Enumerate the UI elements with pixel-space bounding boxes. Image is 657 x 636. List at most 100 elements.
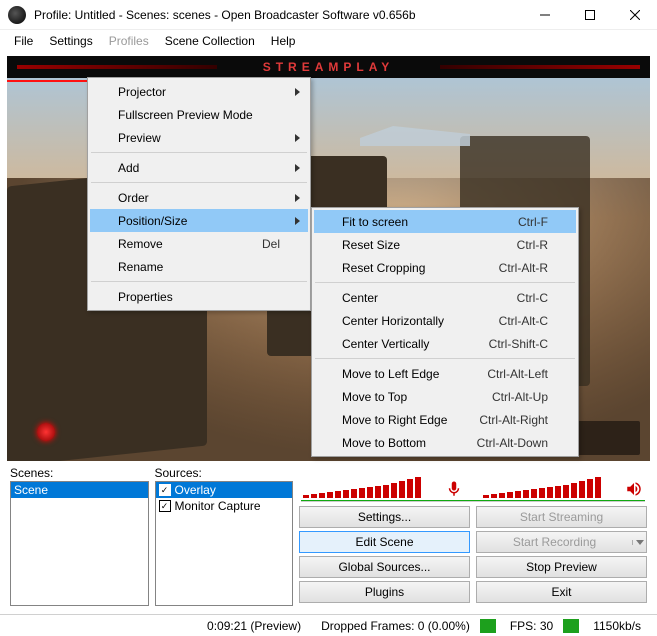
- menu-item-accel: Del: [262, 237, 280, 251]
- menu-item-label: Projector: [118, 85, 280, 99]
- start-streaming-button[interactable]: Start Streaming: [476, 506, 647, 528]
- audio-meters: [299, 466, 647, 500]
- menu-item[interactable]: Position/Size: [90, 209, 308, 232]
- mic-meter: [303, 477, 421, 498]
- menu-item-label: Move to Bottom: [342, 436, 447, 450]
- menu-item-label: Move to Left Edge: [342, 367, 457, 381]
- menu-separator: [91, 281, 307, 282]
- menu-item[interactable]: Center HorizontallyCtrl-Alt-C: [314, 309, 576, 332]
- menu-separator: [91, 182, 307, 183]
- status-indicator-icon: [563, 619, 579, 633]
- menu-item-label: Preview: [118, 131, 280, 145]
- start-recording-dropdown[interactable]: [632, 540, 646, 545]
- menu-item-accel: Ctrl-Alt-Left: [487, 367, 548, 381]
- menu-item[interactable]: Move to Right Edge Ctrl-Alt-Right: [314, 408, 576, 431]
- checkbox-icon[interactable]: ✓: [159, 500, 171, 512]
- menu-item[interactable]: Move to Bottom Ctrl-Alt-Down: [314, 431, 576, 454]
- menu-item[interactable]: Rename: [90, 255, 308, 278]
- status-bar: 0:09:21 (Preview) Dropped Frames: 0 (0.0…: [0, 614, 657, 636]
- menu-item-label: Order: [118, 191, 280, 205]
- source-item[interactable]: ✓Overlay: [156, 482, 293, 498]
- sources-list[interactable]: ✓Overlay ✓Monitor Capture: [155, 481, 294, 606]
- menu-item-label: Reset Cropping: [342, 261, 469, 275]
- ship-graphic: [360, 126, 470, 146]
- status-indicator-icon: [480, 619, 496, 633]
- menu-item[interactable]: Reset Cropping Ctrl-Alt-R: [314, 256, 576, 279]
- source-item[interactable]: ✓Monitor Capture: [156, 498, 293, 514]
- menu-item[interactable]: Properties: [90, 285, 308, 308]
- edit-scene-button[interactable]: Edit Scene: [299, 531, 470, 553]
- exit-button[interactable]: Exit: [476, 581, 647, 603]
- submenu-arrow-icon: [295, 194, 300, 202]
- menu-item-label: Move to Right Edge: [342, 413, 449, 427]
- hud-indicator-icon: [37, 423, 55, 441]
- sources-label: Sources:: [155, 466, 294, 480]
- menu-item-accel: Ctrl-F: [518, 215, 548, 229]
- menu-item[interactable]: RemoveDel: [90, 232, 308, 255]
- menu-separator: [91, 152, 307, 153]
- titlebar: Profile: Untitled - Scenes: scenes - Ope…: [0, 0, 657, 30]
- submenu-arrow-icon: [295, 217, 300, 225]
- menu-settings[interactable]: Settings: [41, 32, 100, 50]
- minimize-button[interactable]: [522, 0, 567, 30]
- menu-item-accel: Ctrl-Alt-R: [499, 261, 548, 275]
- position-size-submenu: Fit to screenCtrl-FReset SizeCtrl-RReset…: [311, 207, 579, 457]
- app-logo-icon: [8, 6, 26, 24]
- menu-item[interactable]: Projector: [90, 80, 308, 103]
- menu-item-accel: Ctrl-Alt-Right: [479, 413, 548, 427]
- menu-help[interactable]: Help: [263, 32, 304, 50]
- sources-panel: Sources: ✓Overlay ✓Monitor Capture: [155, 466, 294, 606]
- menu-item-label: Center Vertically: [342, 337, 459, 351]
- menu-item-accel: Ctrl-C: [517, 291, 548, 305]
- menu-scene-collection[interactable]: Scene Collection: [157, 32, 263, 50]
- close-button[interactable]: [612, 0, 657, 30]
- start-recording-button[interactable]: Start Recording: [476, 531, 647, 553]
- menu-item-label: Fullscreen Preview Mode: [118, 108, 280, 122]
- menu-item[interactable]: Center Vertically Ctrl-Shift-C: [314, 332, 576, 355]
- menu-item[interactable]: Reset SizeCtrl-R: [314, 233, 576, 256]
- stop-preview-button[interactable]: Stop Preview: [476, 556, 647, 578]
- menu-item-accel: Ctrl-Shift-C: [489, 337, 548, 351]
- menu-item[interactable]: Center Ctrl-C: [314, 286, 576, 309]
- menubar: File Settings Profiles Scene Collection …: [0, 30, 657, 52]
- menu-item-label: Move to Top: [342, 390, 462, 404]
- menu-item-accel: Ctrl-Alt-Down: [477, 436, 548, 450]
- menu-item[interactable]: Add: [90, 156, 308, 179]
- menu-file[interactable]: File: [6, 32, 41, 50]
- menu-item[interactable]: Fit to screenCtrl-F: [314, 210, 576, 233]
- menu-item-label: Center: [342, 291, 487, 305]
- menu-item[interactable]: Preview: [90, 126, 308, 149]
- global-sources-button[interactable]: Global Sources...: [299, 556, 470, 578]
- settings-button[interactable]: Settings...: [299, 506, 470, 528]
- menu-separator: [315, 358, 575, 359]
- plugins-button[interactable]: Plugins: [299, 581, 470, 603]
- scenes-panel: Scenes: Scene: [10, 466, 149, 606]
- overlay-brand: STREAMPLAY: [263, 60, 395, 74]
- menu-separator: [315, 282, 575, 283]
- menu-item-label: Properties: [118, 290, 280, 304]
- menu-item-label: Rename: [118, 260, 280, 274]
- status-bitrate: 1150kb/s: [583, 619, 651, 633]
- menu-item[interactable]: Fullscreen Preview Mode: [90, 103, 308, 126]
- menu-item[interactable]: Move to Left Edge Ctrl-Alt-Left: [314, 362, 576, 385]
- menu-item[interactable]: Order: [90, 186, 308, 209]
- status-time: 0:09:21 (Preview): [197, 619, 311, 633]
- scene-item[interactable]: Scene: [11, 482, 148, 498]
- speaker-meter: [483, 477, 601, 498]
- context-menu: Projector Fullscreen Preview Mode Preview A…: [87, 77, 311, 311]
- maximize-button[interactable]: [567, 0, 612, 30]
- status-dropped: Dropped Frames: 0 (0.00%): [311, 619, 480, 633]
- checkbox-icon[interactable]: ✓: [159, 484, 171, 496]
- menu-item-label: Position/Size: [118, 214, 280, 228]
- menu-item[interactable]: Move to Top Ctrl-Alt-Up: [314, 385, 576, 408]
- scenes-list[interactable]: Scene: [10, 481, 149, 606]
- menu-profiles[interactable]: Profiles: [101, 32, 157, 50]
- scenes-label: Scenes:: [10, 466, 149, 480]
- menu-item-accel: Ctrl-Alt-Up: [492, 390, 548, 404]
- submenu-arrow-icon: [295, 88, 300, 96]
- menu-item-accel: Ctrl-Alt-C: [499, 314, 548, 328]
- microphone-icon[interactable]: [445, 480, 463, 498]
- speaker-icon[interactable]: [625, 480, 643, 498]
- submenu-arrow-icon: [295, 164, 300, 172]
- window-title: Profile: Untitled - Scenes: scenes - Ope…: [34, 8, 522, 22]
